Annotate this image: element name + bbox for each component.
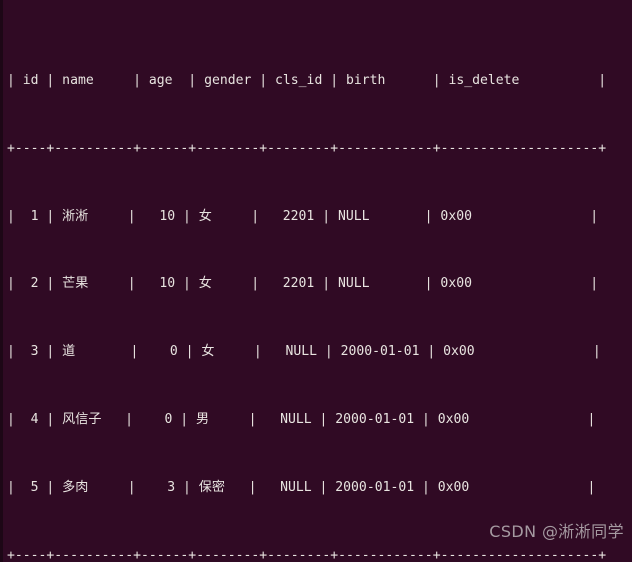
terminal-screen[interactable]: | id | name | age | gender | cls_id | bi… [3,0,606,562]
table1-separator-bottom: +----+----------+------+--------+-------… [7,547,607,562]
table-row: | 4 | 风信子 | 0 | 男 | NULL | 2000-01-01 | … [7,412,596,428]
table-row: | 3 | 道 | 0 | 女 | NULL | 2000-01-01 | 0x… [7,344,601,360]
table1-separator-top: +----+----------+------+--------+-------… [7,140,607,156]
table-row: | 1 | 淅淅 | 10 | 女 | 2201 | NULL | 0x00 | [7,208,599,224]
table-row: | 2 | 芒果 | 10 | 女 | 2201 | NULL | 0x00 | [7,276,599,292]
terminal-window[interactable]: | id | name | age | gender | cls_id | bi… [0,0,632,562]
table1-header-row: | id | name | age | gender | cls_id | bi… [7,72,607,88]
table-row: | 5 | 多肉 | 3 | 保密 | NULL | 2000-01-01 | … [7,480,596,496]
